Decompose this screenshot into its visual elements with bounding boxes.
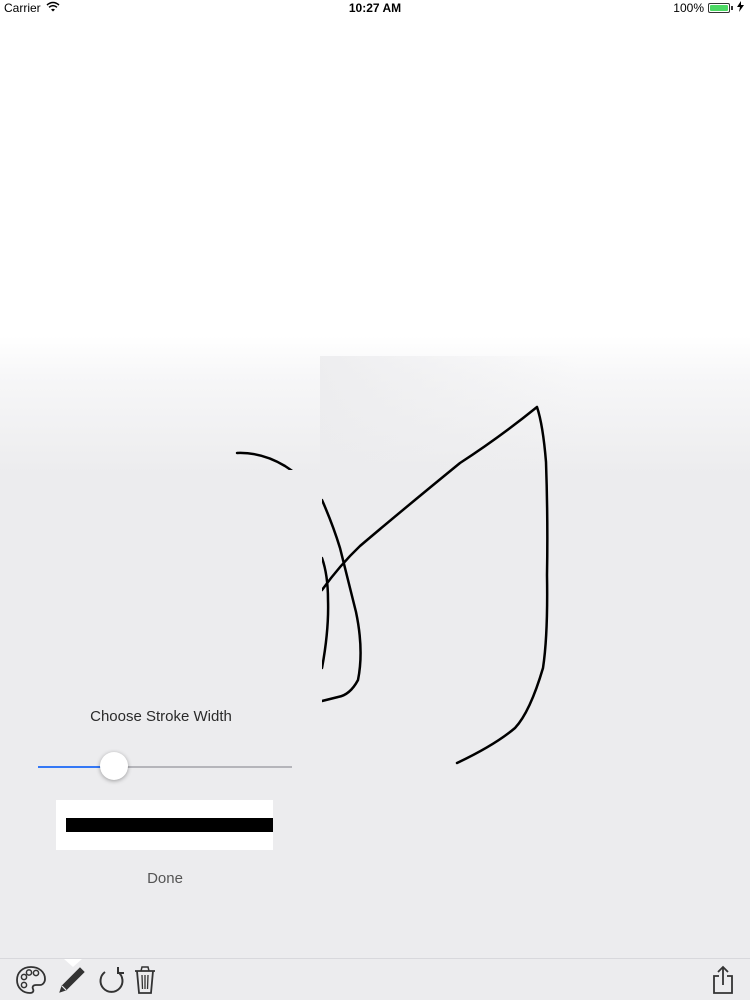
bottom-toolbar <box>0 958 750 1000</box>
pencil-button[interactable] <box>54 963 88 997</box>
pencil-icon <box>56 965 86 995</box>
charging-icon <box>737 0 744 16</box>
share-button[interactable] <box>706 963 740 997</box>
battery-percent: 100% <box>673 1 704 15</box>
undo-button[interactable] <box>94 963 128 997</box>
trash-button[interactable] <box>128 963 162 997</box>
status-bar: Carrier 10:27 AM 100% <box>0 0 750 16</box>
stroke-preview-line <box>66 818 273 832</box>
palette-button[interactable] <box>14 963 48 997</box>
battery-cap <box>731 6 733 10</box>
status-right: 100% <box>673 0 744 16</box>
done-button[interactable]: Done <box>110 870 220 887</box>
popover-title: Choose Stroke Width <box>90 708 232 725</box>
share-icon <box>711 965 735 995</box>
stroke-diagonal-right <box>320 405 549 765</box>
stroke-width-slider-thumb[interactable] <box>100 752 129 780</box>
stroke-preview <box>56 800 273 850</box>
battery-icon <box>708 3 730 13</box>
undo-icon <box>96 965 126 995</box>
clock: 10:27 AM <box>348 1 402 15</box>
stroke-small-vertical <box>320 556 330 670</box>
palette-icon <box>15 965 47 995</box>
slider-track-empty[interactable] <box>114 766 292 768</box>
battery-fill <box>710 5 728 11</box>
trash-icon <box>133 965 157 995</box>
